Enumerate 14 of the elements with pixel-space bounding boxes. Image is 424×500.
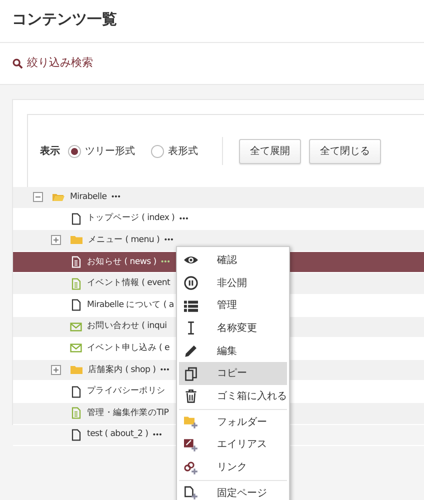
item-name: プライバシーポリシ <box>87 385 166 398</box>
item-name: イベント情報 ( event <box>87 277 170 290</box>
item-name: お知らせ ( news ) <box>87 256 156 269</box>
view-label: 表示 <box>40 144 60 158</box>
item-name: 店舗案内 ( shop ) <box>88 364 156 376</box>
item-name: トップページ ( index ) <box>87 212 175 226</box>
item-name: test ( about_2 ) <box>87 428 148 442</box>
item-name: Mirabelle <box>70 190 107 204</box>
item-name: Mirabelle について ( a <box>87 298 174 312</box>
item-name: 管理・編集作業のTIP <box>87 406 169 420</box>
page-title: コンテンツ一覧 <box>12 10 118 28</box>
item-name: メニュー ( menu ) <box>88 234 160 247</box>
item-name: お問い合わせ ( inqui <box>87 320 167 334</box>
item-name: イベント申し込み ( e <box>87 342 170 355</box>
